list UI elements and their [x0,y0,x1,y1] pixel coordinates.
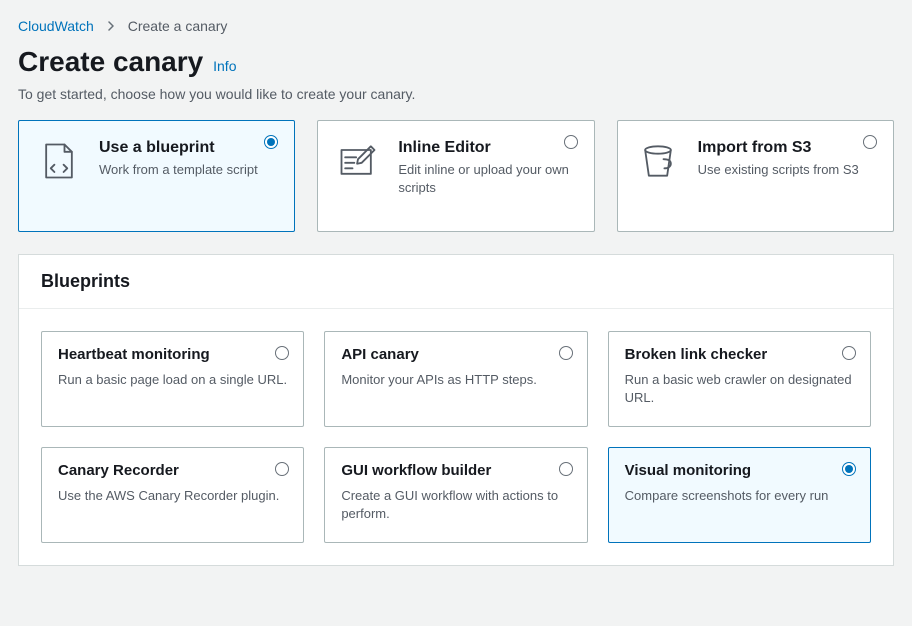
radio-icon [863,135,877,149]
radio-icon [842,346,856,360]
blueprint-heartbeat[interactable]: Heartbeat monitoring Run a basic page lo… [41,331,304,427]
blueprint-gui[interactable]: GUI workflow builder Create a GUI workfl… [324,447,587,543]
radio-icon [564,135,578,149]
blueprints-panel: Blueprints Heartbeat monitoring Run a ba… [18,254,894,566]
radio-icon [559,346,573,360]
blueprint-recorder[interactable]: Canary Recorder Use the AWS Canary Recor… [41,447,304,543]
chevron-right-icon [106,18,116,34]
editor-icon [336,139,380,183]
page-title: Create canary [18,46,203,78]
blueprint-desc: Use the AWS Canary Recorder plugin. [58,487,287,505]
page-subtitle: To get started, choose how you would lik… [18,86,894,102]
code-file-icon [37,139,81,183]
blueprint-desc: Run a basic web crawler on designated UR… [625,371,854,407]
blueprint-desc: Run a basic page load on a single URL. [58,371,287,389]
breadcrumb-root-link[interactable]: CloudWatch [18,18,94,34]
tile-desc: Edit inline or upload your own scripts [398,161,575,197]
info-link[interactable]: Info [213,58,236,74]
blueprint-title: Heartbeat monitoring [58,346,287,363]
tile-desc: Use existing scripts from S3 [698,161,875,179]
blueprint-title: Visual monitoring [625,462,854,479]
radio-icon [842,462,856,476]
blueprint-title: GUI workflow builder [341,462,570,479]
blueprint-desc: Monitor your APIs as HTTP steps. [341,371,570,389]
tile-import-s3[interactable]: Import from S3 Use existing scripts from… [617,120,894,232]
radio-icon [559,462,573,476]
blueprint-title: API canary [341,346,570,363]
blueprint-api[interactable]: API canary Monitor your APIs as HTTP ste… [324,331,587,427]
page-header: Create canary Info To get started, choos… [18,46,894,102]
blueprints-heading: Blueprints [19,255,893,309]
tile-use-blueprint[interactable]: Use a blueprint Work from a template scr… [18,120,295,232]
blueprint-desc: Compare screenshots for every run [625,487,854,505]
tile-title: Inline Editor [398,139,575,157]
blueprints-grid: Heartbeat monitoring Run a basic page lo… [41,331,871,543]
breadcrumb-current: Create a canary [128,18,228,34]
blueprint-title: Broken link checker [625,346,854,363]
blueprint-brokenlink[interactable]: Broken link checker Run a basic web craw… [608,331,871,427]
tile-title: Use a blueprint [99,139,276,157]
blueprint-visual[interactable]: Visual monitoring Compare screenshots fo… [608,447,871,543]
tile-title: Import from S3 [698,139,875,157]
breadcrumb: CloudWatch Create a canary [18,18,894,34]
tile-inline-editor[interactable]: Inline Editor Edit inline or upload your… [317,120,594,232]
creation-method-tiles: Use a blueprint Work from a template scr… [18,120,894,232]
tile-desc: Work from a template script [99,161,276,179]
blueprint-desc: Create a GUI workflow with actions to pe… [341,487,570,523]
blueprint-title: Canary Recorder [58,462,287,479]
bucket-icon [636,139,680,183]
